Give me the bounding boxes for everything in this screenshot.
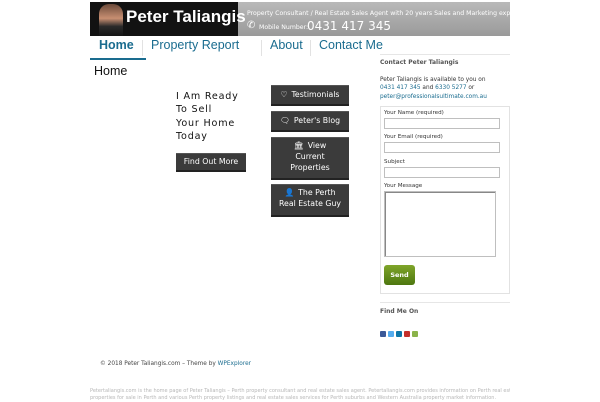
footer-note-line: properties for sale in Perth and various… <box>90 395 497 401</box>
button-label: Real Estate Guy <box>278 199 342 209</box>
promo-heading: I Am Ready To Sell Your Home Today <box>176 90 239 144</box>
main-nav: Home Property Report About Contact Me <box>90 36 383 60</box>
brand-name: Peter Taliangis <box>126 7 246 26</box>
logo[interactable]: Peter Taliangis <box>90 2 246 36</box>
find-out-more-button[interactable]: Find Out More <box>176 153 246 170</box>
send-button[interactable]: Send <box>384 265 415 285</box>
email-link[interactable]: peter@professionalsultimate.com.au <box>380 93 487 101</box>
find-me-title: Find Me On <box>380 308 419 315</box>
promo-line: Your Home <box>176 117 236 129</box>
promo-line: To Sell <box>176 104 213 116</box>
button-label: Properties <box>290 163 330 173</box>
button-label: Testimonials <box>291 90 340 99</box>
button-label: Current <box>295 152 325 162</box>
phone-number: 0431 417 345 <box>307 19 391 33</box>
promo-line: I Am Ready <box>176 91 239 102</box>
building-icon: 🏛 <box>293 141 304 150</box>
linkedin-icon[interactable] <box>396 331 402 337</box>
promo-line: Today <box>176 131 208 143</box>
contact-widget-title: Contact Peter Taliangis <box>380 59 459 66</box>
subject-field[interactable] <box>384 167 500 178</box>
misc-icon[interactable] <box>412 331 418 337</box>
button-label: The Perth <box>298 188 336 197</box>
social-icons <box>380 322 420 341</box>
nav-separator <box>261 40 262 56</box>
testimonials-button[interactable]: ♡ Testimonials <box>271 85 349 104</box>
nav-separator <box>310 40 311 56</box>
copyright: © 2018 Peter Taliangis.com – Theme by WP… <box>100 361 251 367</box>
subject-label: Subject <box>384 159 405 165</box>
phone-label: Mobile Number: <box>259 24 309 31</box>
copyright-text: © 2018 Peter Taliangis.com – Theme by <box>100 361 216 367</box>
message-textarea[interactable] <box>384 191 496 257</box>
contact-info: Peter Taliangis is available to you on 0… <box>380 76 487 101</box>
button-label: View <box>307 141 327 150</box>
view-properties-button[interactable]: 🏛 View Current Properties <box>271 137 349 178</box>
and-text: and <box>422 85 434 92</box>
twitter-icon[interactable] <box>388 331 394 337</box>
email-field[interactable] <box>384 142 500 153</box>
nav-active-underline <box>90 58 146 60</box>
phone-link[interactable]: 6330 5277 <box>435 85 466 91</box>
nav-item-about[interactable]: About <box>270 38 303 52</box>
message-label: Your Message <box>384 183 423 189</box>
nav-separator <box>142 40 143 56</box>
divider <box>380 54 510 55</box>
email-label: Your Email (required) <box>384 134 443 140</box>
heart-icon: ♡ <box>280 90 288 99</box>
theme-link[interactable]: WPExplorer <box>218 361 251 367</box>
facebook-icon[interactable] <box>380 331 386 337</box>
phone-link[interactable]: 0431 417 345 <box>380 85 421 91</box>
name-label: Your Name (required) <box>384 110 444 116</box>
page-wrapper: Peter Taliangis Property Consultant / Re… <box>90 0 533 401</box>
nav-item-contact-me[interactable]: Contact Me <box>319 38 383 52</box>
name-field[interactable] <box>384 118 500 129</box>
chat-icon: 🗨 <box>279 116 290 125</box>
contact-form: Your Name (required) Your Email (require… <box>380 106 510 294</box>
person-icon: 👤 <box>284 188 295 197</box>
blog-button[interactable]: 🗨 Peter's Blog <box>271 111 349 130</box>
contact-intro: Peter Taliangis is available to you on <box>380 77 486 83</box>
nav-item-home[interactable]: Home <box>99 38 134 52</box>
perth-real-estate-guy-button[interactable]: 👤 The Perth Real Estate Guy <box>271 184 349 215</box>
button-label: Peter's Blog <box>293 116 341 125</box>
site-header: Peter Taliangis Property Consultant / Re… <box>90 2 533 36</box>
page-title: Home <box>94 64 128 78</box>
youtube-icon[interactable] <box>404 331 410 337</box>
divider <box>380 302 510 303</box>
nav-item-property-report[interactable]: Property Report <box>151 38 239 52</box>
header-tagline: Property Consultant / Real Estate Sales … <box>247 10 534 17</box>
footer-note-line: Petertaliangis.com is the home page of P… <box>90 388 510 394</box>
phone-icon: ✆ <box>247 20 256 31</box>
or-text: or <box>468 85 475 92</box>
portrait-image <box>99 4 123 36</box>
